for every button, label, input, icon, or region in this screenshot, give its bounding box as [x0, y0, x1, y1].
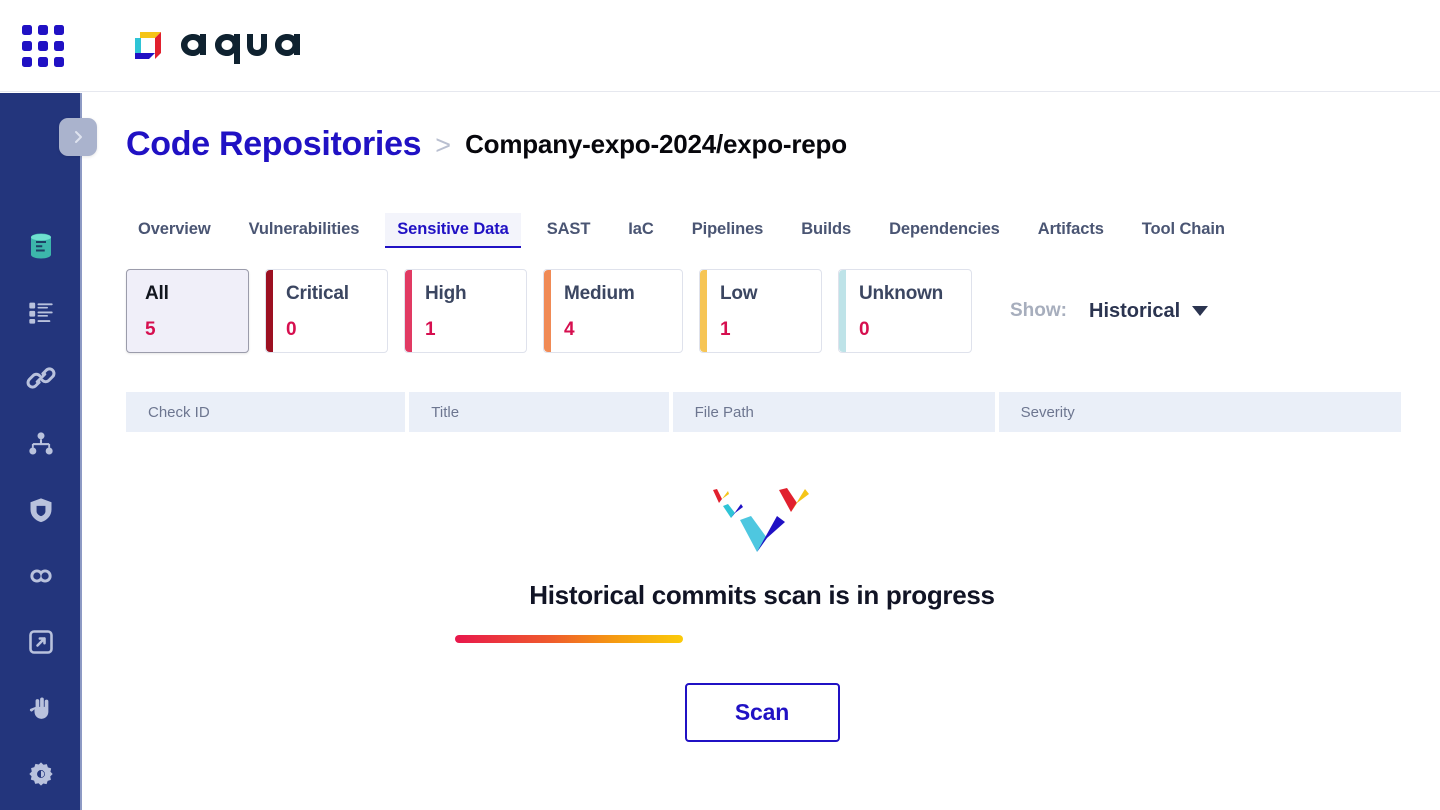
sidebar-collapse-toggle[interactable] [59, 118, 97, 156]
app-root: Code Repositories > Company-expo-2024/ex… [0, 0, 1440, 810]
sidebar-item-checklist[interactable] [0, 279, 82, 345]
grid-dot [54, 57, 64, 67]
column-header-check-id[interactable]: Check ID [126, 392, 406, 432]
breadcrumb: Code Repositories > Company-expo-2024/ex… [126, 125, 847, 164]
grid-dot [22, 41, 32, 51]
severity-card-medium[interactable]: Medium 4 [543, 269, 683, 353]
column-header-severity[interactable]: Severity [998, 392, 1401, 432]
sidebar-item-hand[interactable] [0, 675, 82, 741]
severity-color-bar [700, 270, 707, 352]
aqua-logo-mark-icon [131, 30, 165, 64]
severity-card-label: Low [720, 283, 758, 304]
database-icon [26, 231, 56, 261]
severity-card-label: High [425, 283, 467, 304]
scan-progress-fill [455, 635, 683, 643]
scan-progress-bar [455, 635, 1069, 643]
tab-tool-chain[interactable]: Tool Chain [1130, 213, 1237, 248]
page-title: Company-expo-2024/expo-repo [465, 129, 847, 159]
tab-dependencies[interactable]: Dependencies [877, 213, 1012, 248]
severity-card-label: Unknown [859, 283, 944, 304]
severity-card-label: Medium [564, 283, 635, 304]
column-header-file-path[interactable]: File Path [672, 392, 995, 432]
scan-button[interactable]: Scan [684, 683, 840, 742]
severity-card-label: Critical [286, 283, 349, 304]
sidebar-item-settings[interactable] [0, 741, 82, 807]
results-table-header: Check ID Title File Path Severity [126, 392, 1401, 432]
severity-card-count: 1 [720, 319, 731, 340]
severity-card-count: 1 [425, 319, 436, 340]
grid-dot [54, 41, 64, 51]
main-content: Code Repositories > Company-expo-2024/ex… [84, 93, 1440, 810]
severity-card-unknown[interactable]: Unknown 0 [838, 269, 972, 353]
sidebar-item-database[interactable] [0, 213, 82, 279]
severity-color-bar [266, 270, 273, 352]
tab-sast[interactable]: SAST [535, 213, 603, 248]
show-filter-label: Show: [1010, 300, 1067, 321]
sidebar-nav [0, 213, 82, 807]
show-filter-group: Show: Historical [1010, 299, 1209, 323]
sidebar-item-shield[interactable] [0, 477, 82, 543]
link-chain-icon [26, 363, 56, 393]
tab-sensitive-data[interactable]: Sensitive Data [385, 213, 522, 248]
tab-builds[interactable]: Builds [789, 213, 863, 248]
breadcrumb-root-link[interactable]: Code Repositories [126, 125, 422, 164]
severity-card-count: 4 [564, 319, 575, 340]
app-grid-icon[interactable] [22, 25, 64, 67]
image-scan-icon [27, 628, 55, 656]
grid-dot [38, 57, 48, 67]
severity-card-count: 0 [859, 319, 870, 340]
severity-card-critical[interactable]: Critical 0 [265, 269, 388, 353]
tab-overview[interactable]: Overview [126, 213, 223, 248]
severity-card-count: 5 [145, 319, 156, 340]
left-sidebar [0, 93, 82, 810]
aqua-logo-wordmark [175, 24, 325, 69]
scan-status-title: Historical commits scan is in progress [529, 580, 995, 610]
aqua-logo[interactable] [131, 24, 325, 69]
show-filter-dropdown[interactable]: Historical [1089, 299, 1209, 323]
top-header-bar [0, 0, 1440, 92]
tab-artifacts[interactable]: Artifacts [1026, 213, 1116, 248]
sidebar-item-image-scan[interactable] [0, 609, 82, 675]
chevron-right-icon [70, 129, 86, 145]
caret-down-icon [1192, 306, 1209, 316]
org-hierarchy-icon [27, 430, 55, 458]
severity-color-bar [405, 270, 412, 352]
grid-dot [22, 25, 32, 35]
grid-dot [38, 25, 48, 35]
scan-in-progress-panel: Historical commits scan is in progress S… [84, 468, 1440, 742]
tab-pipelines[interactable]: Pipelines [680, 213, 776, 248]
sidebar-item-chain[interactable] [0, 345, 82, 411]
sidebar-item-code-link[interactable] [0, 543, 82, 609]
severity-card-low[interactable]: Low 1 [699, 269, 822, 353]
tab-iac[interactable]: IaC [616, 213, 665, 248]
severity-filter-cards: All 5 Critical 0 High 1 Medium 4 Low 1 U… [126, 269, 1209, 353]
severity-card-label: All [145, 283, 169, 304]
sidebar-item-hierarchy[interactable] [0, 411, 82, 477]
breadcrumb-separator-icon: > [435, 130, 452, 160]
show-filter-value: Historical [1089, 299, 1181, 322]
tab-bar: Overview Vulnerabilities Sensitive Data … [126, 213, 1251, 248]
column-header-title[interactable]: Title [409, 392, 669, 432]
severity-card-all[interactable]: All 5 [126, 269, 249, 353]
grid-dot [22, 57, 32, 67]
severity-color-bar [839, 270, 846, 352]
settings-gear-icon [27, 760, 55, 788]
list-checklist-icon [27, 298, 55, 326]
shield-icon [27, 496, 55, 524]
tab-vulnerabilities[interactable]: Vulnerabilities [237, 213, 372, 248]
grid-dot [38, 41, 48, 51]
severity-card-high[interactable]: High 1 [404, 269, 527, 353]
hand-stop-icon [28, 695, 54, 721]
severity-card-count: 0 [286, 319, 297, 340]
aqua-chevrons-spinner-icon [687, 468, 837, 558]
severity-color-bar [544, 270, 551, 352]
grid-dot [54, 25, 64, 35]
code-link-icon [27, 562, 55, 590]
